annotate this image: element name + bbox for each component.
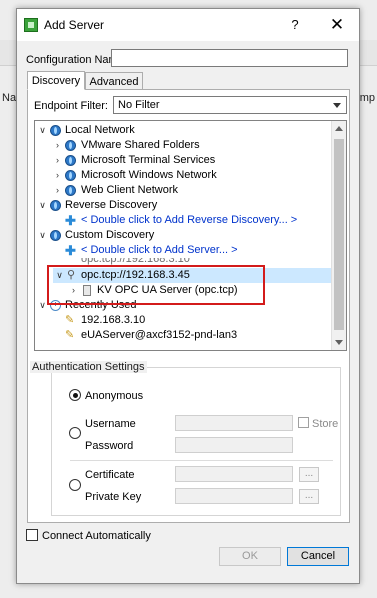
connect-automatically-checkbox[interactable] bbox=[26, 529, 38, 541]
tree-label: Web Client Network bbox=[81, 184, 178, 196]
tree-node-recent-192-168-3-10[interactable]: ✎ 192.168.3.10 bbox=[35, 313, 331, 328]
tree-node-add-server[interactable]: ✚ < Double click to Add Server... > bbox=[35, 243, 331, 258]
expand-icon[interactable]: › bbox=[53, 183, 62, 198]
pencil-icon: ✎ bbox=[65, 329, 75, 341]
tree-node-add-reverse-discovery[interactable]: ✚ < Double click to Add Reverse Discover… bbox=[35, 213, 331, 228]
tree-label: eUAServer@axcf3152-pnd-lan3 bbox=[81, 329, 238, 341]
network-globe-icon bbox=[50, 125, 61, 136]
scroll-down-icon[interactable] bbox=[335, 340, 343, 345]
add-plus-icon: ✚ bbox=[65, 213, 76, 228]
pencil-icon: ✎ bbox=[65, 314, 75, 326]
certificate-browse-button[interactable]: ... bbox=[299, 467, 319, 482]
username-password-radio[interactable] bbox=[69, 427, 81, 439]
private-key-browse-button[interactable]: ... bbox=[299, 489, 319, 504]
authentication-settings-group: Anonymous Username Store Password Certif… bbox=[51, 367, 341, 516]
tab-discovery[interactable]: Discovery bbox=[27, 71, 85, 90]
tree-node-local-network[interactable]: ∨ Local Network bbox=[35, 123, 331, 138]
password-label: Password bbox=[85, 440, 134, 452]
tree-label: < Double click to Add Reverse Discovery.… bbox=[81, 214, 298, 226]
tree-node-microsoft-terminal-services[interactable]: › Microsoft Terminal Services bbox=[35, 153, 331, 168]
app-icon bbox=[24, 18, 38, 32]
title-bar: Add Server ? ✕ bbox=[17, 9, 359, 41]
store-checkbox[interactable] bbox=[298, 417, 309, 428]
collapse-icon[interactable]: ∨ bbox=[38, 228, 47, 243]
tree-node-vmware-shared-folders[interactable]: › VMware Shared Folders bbox=[35, 138, 331, 153]
cancel-button[interactable]: Cancel bbox=[287, 547, 349, 566]
tree-node-recent-euaserver[interactable]: ✎ eUAServer@axcf3152-pnd-lan3 bbox=[35, 328, 331, 343]
tree-node-microsoft-windows-network[interactable]: › Microsoft Windows Network bbox=[35, 168, 331, 183]
tree-label: 192.168.3.10 bbox=[81, 314, 146, 326]
tree-label: VMware Shared Folders bbox=[81, 139, 200, 151]
network-globe-icon bbox=[65, 140, 76, 151]
add-plus-icon: ✚ bbox=[65, 243, 76, 258]
collapse-icon[interactable]: ∨ bbox=[38, 123, 47, 138]
configuration-name-input[interactable] bbox=[111, 49, 348, 67]
anonymous-radio[interactable] bbox=[69, 389, 81, 401]
ok-button[interactable]: OK bbox=[219, 547, 281, 566]
close-button[interactable]: ✕ bbox=[323, 15, 351, 35]
group-separator bbox=[70, 460, 333, 461]
network-globe-icon bbox=[65, 155, 76, 166]
certificate-radio[interactable] bbox=[69, 479, 81, 491]
highlight-annotation-box bbox=[47, 265, 265, 305]
certificate-input[interactable] bbox=[175, 466, 293, 482]
certificate-label: Certificate bbox=[85, 469, 135, 481]
tree-label: Local Network bbox=[65, 124, 135, 136]
help-button[interactable]: ? bbox=[281, 15, 309, 35]
username-label: Username bbox=[85, 418, 136, 430]
tree-label: Microsoft Windows Network bbox=[81, 169, 217, 181]
collapse-icon[interactable]: ∨ bbox=[38, 298, 47, 313]
network-globe-icon bbox=[65, 185, 76, 196]
chevron-down-icon bbox=[333, 103, 341, 108]
password-input[interactable] bbox=[175, 437, 293, 453]
store-label: Store bbox=[312, 418, 339, 430]
background-column-header-right: mp bbox=[359, 92, 375, 104]
private-key-input[interactable] bbox=[175, 488, 293, 504]
dialog-title: Add Server bbox=[44, 18, 105, 32]
tree-node-web-client-network[interactable]: › Web Client Network bbox=[35, 183, 331, 198]
tree-label: Reverse Discovery bbox=[65, 199, 158, 211]
connect-automatically-label: Connect Automatically bbox=[42, 530, 151, 542]
network-globe-icon bbox=[65, 170, 76, 181]
tree-node-custom-discovery[interactable]: ∨ Custom Discovery bbox=[35, 228, 331, 243]
scrollbar-thumb[interactable] bbox=[334, 139, 344, 330]
expand-icon[interactable]: › bbox=[53, 168, 62, 183]
tree-label: < Double click to Add Server... > bbox=[81, 244, 238, 256]
endpoint-filter-select[interactable]: No Filter bbox=[113, 96, 347, 114]
background-column-header-left: Na bbox=[2, 92, 17, 104]
expand-icon[interactable]: › bbox=[53, 138, 62, 153]
tab-advanced[interactable]: Advanced bbox=[85, 72, 143, 90]
endpoint-filter-value: No Filter bbox=[118, 99, 160, 111]
configuration-name-label: Configuration Name bbox=[26, 54, 124, 66]
add-server-dialog: Add Server ? ✕ Configuration Name Discov… bbox=[16, 8, 360, 584]
expand-icon[interactable]: › bbox=[53, 153, 62, 168]
network-globe-icon bbox=[50, 230, 61, 241]
endpoint-filter-label: Endpoint Filter: bbox=[34, 100, 108, 112]
scroll-up-icon[interactable] bbox=[335, 126, 343, 131]
network-globe-icon bbox=[50, 200, 61, 211]
anonymous-label: Anonymous bbox=[85, 390, 144, 402]
server-tree[interactable]: ∨ Local Network › VMware Shared Folders … bbox=[34, 120, 347, 351]
collapse-icon[interactable]: ∨ bbox=[38, 198, 47, 213]
tree-label: Custom Discovery bbox=[65, 229, 155, 241]
private-key-label: Private Key bbox=[85, 491, 142, 503]
tree-vertical-scrollbar[interactable] bbox=[331, 121, 346, 350]
tree-node-reverse-discovery[interactable]: ∨ Reverse Discovery bbox=[35, 198, 331, 213]
tree-label: Microsoft Terminal Services bbox=[81, 154, 216, 166]
username-input[interactable] bbox=[175, 415, 293, 431]
authentication-settings-title: Authentication Settings bbox=[30, 361, 147, 373]
